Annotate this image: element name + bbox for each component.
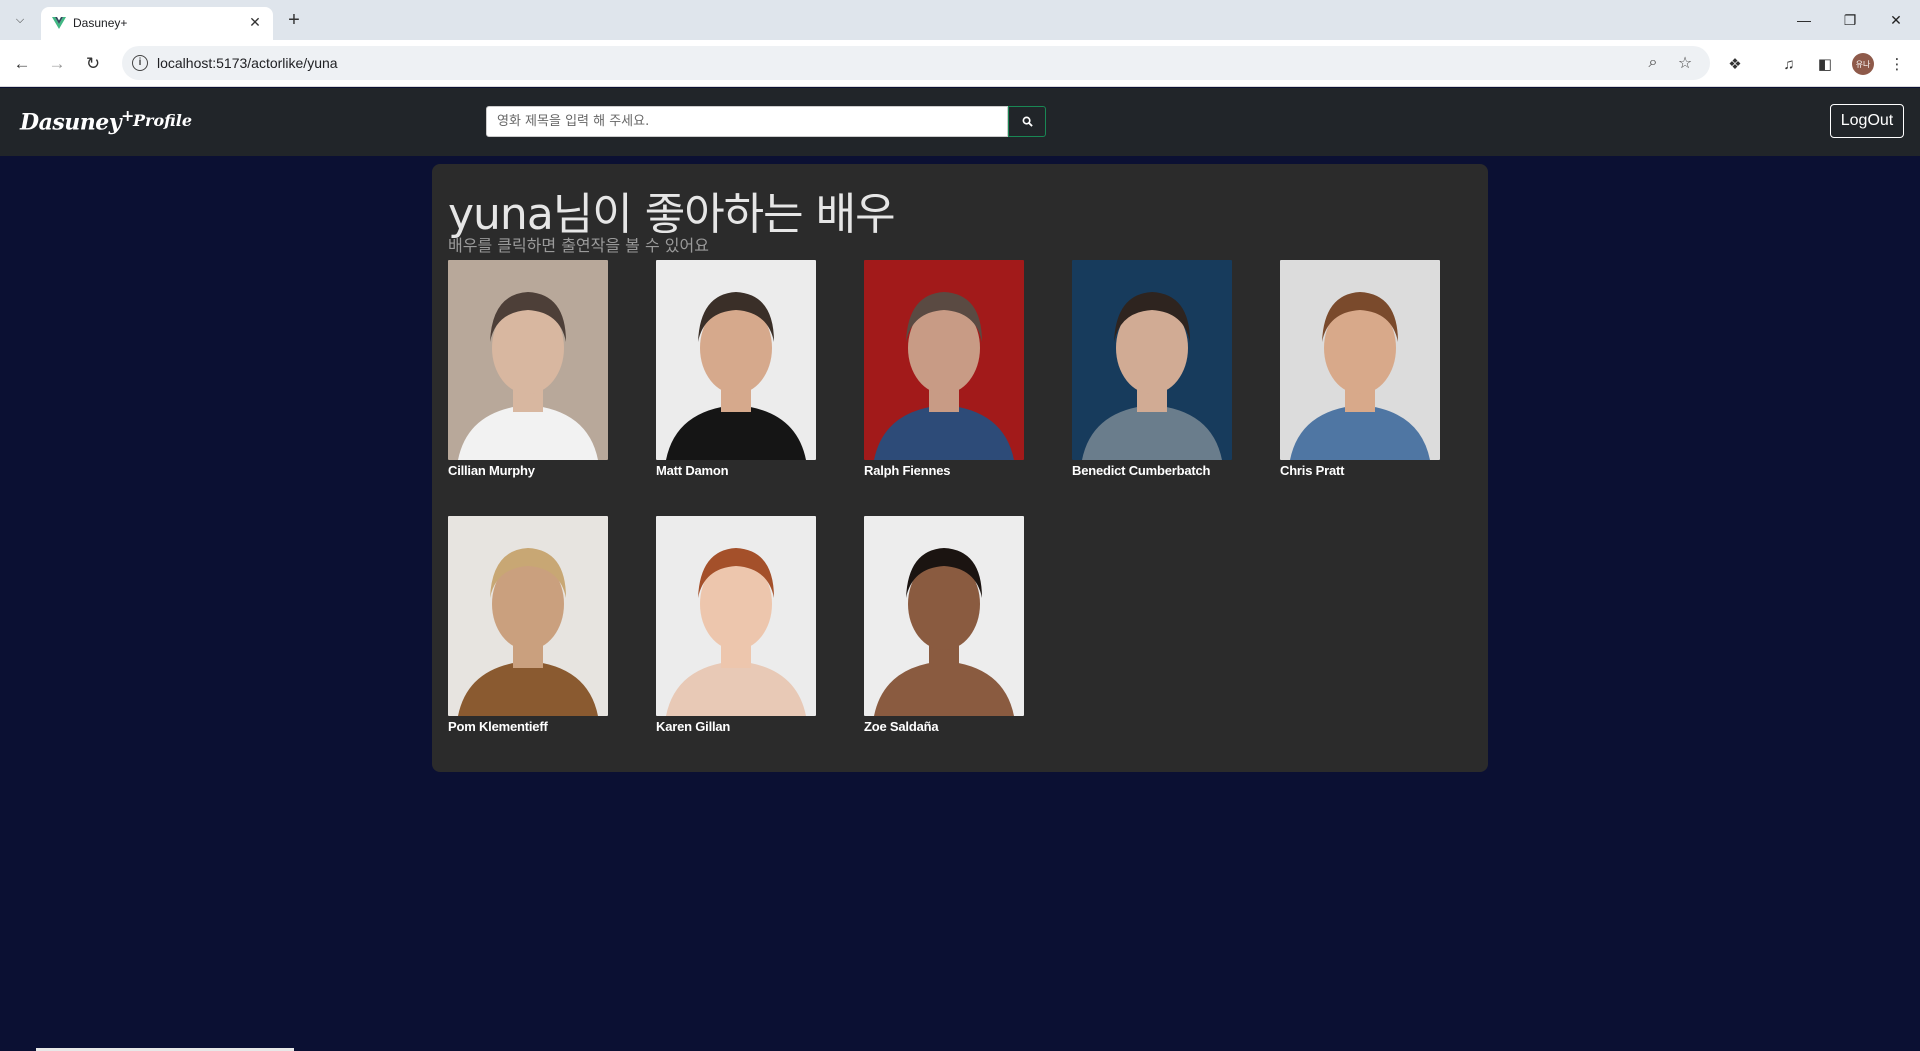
browser-tab[interactable]: Dasuney+ ✕ bbox=[41, 7, 273, 40]
new-tab-button[interactable]: + bbox=[282, 8, 306, 32]
actor-name[interactable]: Pom Klementieff bbox=[448, 719, 608, 734]
site-info-icon[interactable]: i bbox=[132, 55, 148, 71]
restore-icon[interactable]: ❐ bbox=[1827, 0, 1873, 40]
search-icon bbox=[1022, 116, 1033, 127]
actor-photo[interactable] bbox=[448, 260, 608, 460]
back-icon[interactable]: ← bbox=[9, 51, 35, 77]
actor-photo[interactable] bbox=[1280, 260, 1440, 460]
actor-photo[interactable] bbox=[864, 516, 1024, 716]
bookmark-star-icon[interactable]: ☆ bbox=[1675, 53, 1695, 73]
movie-search-input[interactable]: 영화 제목을 입력 해 주세요. bbox=[486, 106, 1008, 137]
actor-photo[interactable] bbox=[1072, 260, 1232, 460]
actor-card[interactable]: Zoe Saldaña bbox=[864, 516, 1024, 734]
actor-card[interactable]: Matt Damon bbox=[656, 260, 816, 478]
tab-search-chevron-icon[interactable]: ⌵ bbox=[8, 8, 32, 32]
logout-button[interactable]: LogOut bbox=[1830, 104, 1904, 138]
vue-logo-icon bbox=[52, 17, 66, 29]
actor-name[interactable]: Karen Gillan bbox=[656, 719, 816, 734]
browser-toolbar: ← → ↻ i localhost:5173/actorlike/yuna ⌕ … bbox=[0, 40, 1920, 87]
menu-kebab-icon[interactable]: ⋮ bbox=[1886, 53, 1908, 75]
tab-close-icon[interactable]: ✕ bbox=[245, 12, 265, 32]
actor-name[interactable]: Matt Damon bbox=[656, 463, 816, 478]
actor-name[interactable]: Ralph Fiennes bbox=[864, 463, 1024, 478]
media-controls-icon[interactable]: ♫ bbox=[1778, 53, 1800, 75]
reload-icon[interactable]: ↻ bbox=[80, 51, 106, 77]
app-navbar: Dasuney+ Profile 영화 제목을 입력 해 주세요. LogOut bbox=[0, 88, 1920, 156]
side-panel-icon[interactable]: ◧ bbox=[1814, 53, 1836, 75]
brand-logo[interactable]: Dasuney+ bbox=[20, 106, 134, 135]
actor-card[interactable]: Benedict Cumberbatch bbox=[1072, 260, 1232, 478]
profile-link[interactable]: Profile bbox=[133, 111, 192, 130]
search-button[interactable] bbox=[1008, 106, 1046, 137]
actor-name[interactable]: Zoe Saldaña bbox=[864, 719, 1024, 734]
page-subtitle: 배우를 클릭하면 출연작을 볼 수 있어요 bbox=[448, 236, 709, 255]
actor-name[interactable]: Benedict Cumberbatch bbox=[1072, 463, 1232, 478]
browser-tab-strip: ⌵ Dasuney+ ✕ + — ❐ ✕ bbox=[0, 0, 1920, 40]
liked-actors-card: yuna님이 좋아하는 배우 배우를 클릭하면 출연작을 볼 수 있어요 Cil… bbox=[432, 164, 1488, 772]
actor-card[interactable]: Cillian Murphy bbox=[448, 260, 608, 478]
close-window-icon[interactable]: ✕ bbox=[1873, 0, 1919, 40]
minimize-icon[interactable]: — bbox=[1781, 0, 1827, 40]
address-bar[interactable]: i localhost:5173/actorlike/yuna ⌕ ☆ bbox=[122, 46, 1710, 80]
actor-card[interactable]: Pom Klementieff bbox=[448, 516, 608, 734]
forward-icon[interactable]: → bbox=[44, 51, 70, 77]
actor-card[interactable]: Karen Gillan bbox=[656, 516, 816, 734]
actor-photo[interactable] bbox=[656, 260, 816, 460]
actor-card[interactable]: Ralph Fiennes bbox=[864, 260, 1024, 478]
actor-name[interactable]: Cillian Murphy bbox=[448, 463, 608, 478]
zoom-icon[interactable]: ⌕ bbox=[1643, 53, 1663, 73]
extensions-icon[interactable]: ❖ bbox=[1724, 53, 1746, 75]
actor-name[interactable]: Chris Pratt bbox=[1280, 463, 1440, 478]
actor-photo[interactable] bbox=[864, 260, 1024, 460]
brand-plus: + bbox=[121, 106, 134, 125]
actor-photo[interactable] bbox=[448, 516, 608, 716]
tab-title: Dasuney+ bbox=[73, 16, 128, 30]
profile-avatar[interactable]: 유나 bbox=[1852, 53, 1874, 75]
brand-text: Dasuney bbox=[20, 109, 122, 136]
actor-photo[interactable] bbox=[656, 516, 816, 716]
actor-card[interactable]: Chris Pratt bbox=[1280, 260, 1440, 478]
url-text[interactable]: localhost:5173/actorlike/yuna bbox=[157, 55, 338, 71]
